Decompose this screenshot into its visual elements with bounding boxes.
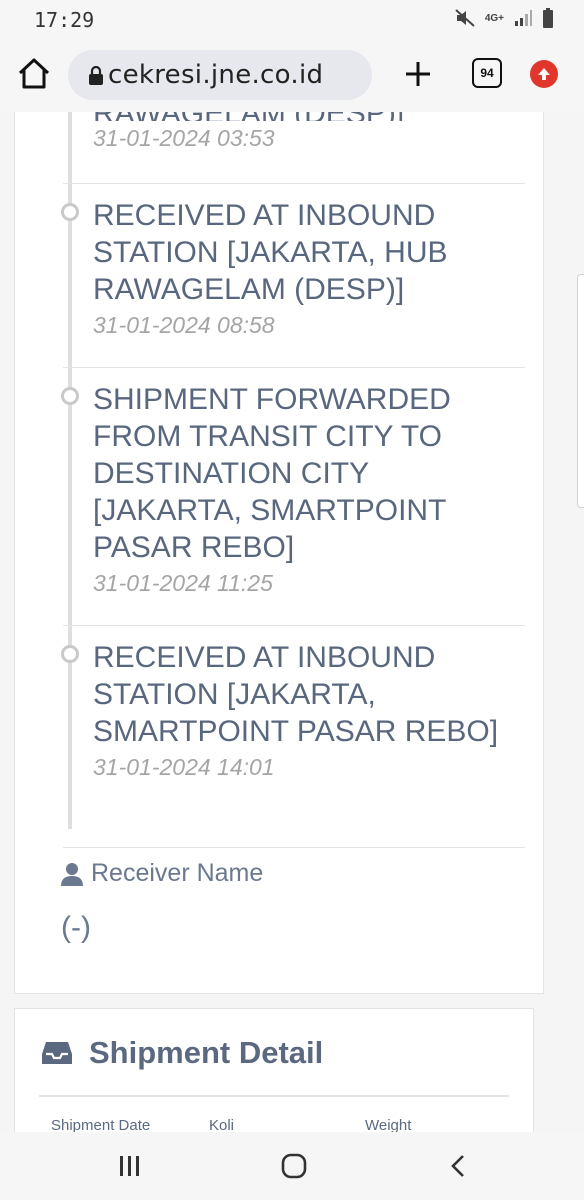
timeline-separator xyxy=(63,367,525,368)
shipment-detail-card: Shipment Detail Shipment Date Koli Weigh… xyxy=(14,1008,534,1132)
column-koli: Koli xyxy=(209,1117,235,1132)
url-text: cekresi.jne.co.id xyxy=(108,60,324,90)
scrollbar-thumb[interactable] xyxy=(577,274,584,508)
page-content[interactable]: RAWAGELAM (DESP)] 31-01-2024 03:53 RECEI… xyxy=(0,112,584,1132)
timeline-entry-date: 31-01-2024 11:25 xyxy=(93,570,273,596)
signal-icon xyxy=(515,10,532,26)
tab-switcher-button[interactable]: 94 xyxy=(472,58,502,88)
lock-icon xyxy=(89,65,103,85)
timeline-entry-title: RECEIVED AT INBOUND STATION [JAKARTA, HU… xyxy=(93,199,448,306)
shipment-detail-title: Shipment Detail xyxy=(89,1035,324,1070)
timeline-entry-title: RAWAGELAM (DESP)] xyxy=(93,112,523,121)
recent-apps-button[interactable] xyxy=(110,1150,150,1182)
back-button[interactable] xyxy=(438,1150,478,1182)
receiver-label-text: Receiver Name xyxy=(91,859,264,887)
user-icon xyxy=(61,862,83,886)
arrow-up-icon xyxy=(538,68,550,80)
timeline-separator xyxy=(63,183,525,184)
recent-apps-icon xyxy=(120,1156,139,1176)
home-nav-button[interactable] xyxy=(274,1150,314,1182)
timeline-entry-title: SHIPMENT FORWARDED FROM TRANSIT CITY TO … xyxy=(93,383,451,564)
home-circle-icon xyxy=(281,1153,307,1179)
shipment-detail-heading: Shipment Detail xyxy=(41,1035,323,1071)
status-bar: 17:29 4G+ xyxy=(0,0,584,38)
home-icon[interactable] xyxy=(16,56,52,92)
timeline-entry-date: 31-01-2024 14:01 xyxy=(93,754,275,780)
update-icon[interactable] xyxy=(530,60,558,88)
address-bar[interactable]: cekresi.jne.co.id xyxy=(68,50,372,100)
timeline-entry: RAWAGELAM (DESP)] 31-01-2024 03:53 xyxy=(93,112,523,152)
receiver-name-value: (-) xyxy=(61,911,91,944)
chevron-left-icon xyxy=(451,1155,464,1177)
column-shipment-date: Shipment Date xyxy=(51,1117,151,1132)
column-weight: Weight xyxy=(365,1117,412,1132)
timeline-entry: RECEIVED AT INBOUND STATION [JAKARTA, HU… xyxy=(93,197,523,339)
navigation-bar xyxy=(0,1132,584,1200)
timeline-separator xyxy=(63,847,525,848)
inbox-icon xyxy=(42,1042,72,1064)
timeline-entry: RECEIVED AT INBOUND STATION [JAKARTA, SM… xyxy=(93,639,523,781)
battery-icon xyxy=(543,8,553,28)
timeline-entry-title: RECEIVED AT INBOUND STATION [JAKARTA, SM… xyxy=(93,641,499,748)
mute-icon xyxy=(455,9,475,27)
tab-count: 94 xyxy=(480,66,494,80)
receiver-name-label: Receiver Name xyxy=(61,859,263,888)
network-type-icon: 4G+ xyxy=(484,12,504,24)
timeline-entry-date: 31-01-2024 08:58 xyxy=(93,312,275,338)
timeline-entry-date: 31-01-2024 03:53 xyxy=(93,125,275,151)
tracking-history-card: RAWAGELAM (DESP)] 31-01-2024 03:53 RECEI… xyxy=(14,112,544,994)
timeline-dot xyxy=(61,645,79,663)
section-divider xyxy=(39,1095,509,1097)
status-time: 17:29 xyxy=(34,8,95,32)
timeline-dot xyxy=(61,387,79,405)
timeline-dot xyxy=(61,203,79,221)
status-icons: 4G+ xyxy=(455,8,554,28)
timeline-entry: SHIPMENT FORWARDED FROM TRANSIT CITY TO … xyxy=(93,381,523,597)
new-tab-icon[interactable] xyxy=(400,56,436,92)
browser-toolbar: cekresi.jne.co.id 94 xyxy=(0,38,584,112)
timeline-separator xyxy=(63,625,525,626)
